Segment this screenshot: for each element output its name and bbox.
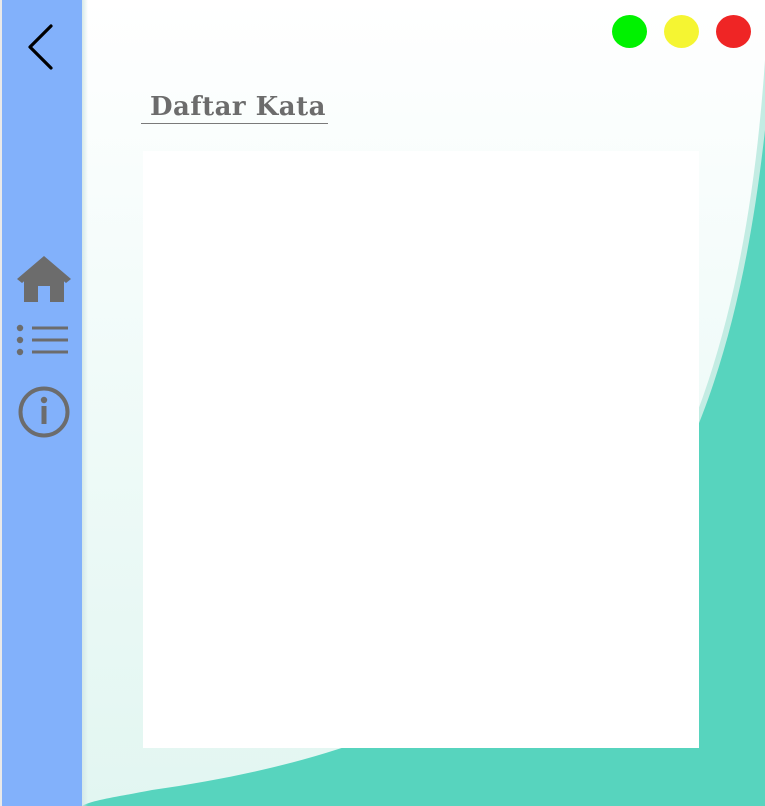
- sidebar-shadow: [82, 0, 88, 806]
- title-underline: [141, 123, 328, 124]
- chevron-left-icon: [28, 24, 53, 70]
- info-icon: [18, 386, 70, 438]
- window-green-button[interactable]: [612, 15, 647, 48]
- sidebar-item-list[interactable]: [16, 324, 72, 358]
- sidebar-item-home[interactable]: [14, 252, 74, 304]
- page-title: Daftar Kata: [150, 92, 326, 122]
- sidebar: [2, 0, 82, 806]
- list-icon: [16, 324, 68, 356]
- window-red-button[interactable]: [716, 15, 751, 48]
- word-list-panel[interactable]: [143, 151, 699, 748]
- home-icon: [17, 256, 71, 302]
- window-yellow-button[interactable]: [664, 15, 699, 48]
- back-button[interactable]: [22, 22, 62, 72]
- sidebar-item-info[interactable]: [17, 385, 71, 439]
